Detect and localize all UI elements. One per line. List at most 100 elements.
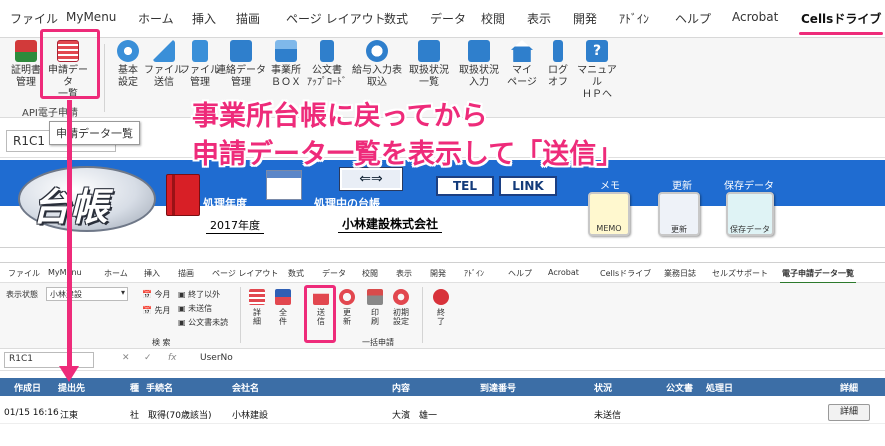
detail-list-button[interactable]: 詳 細 <box>246 289 268 326</box>
tab2-review[interactable]: 校閲 <box>362 268 378 279</box>
function-icon[interactable]: fx <box>168 353 177 363</box>
col-processed: 処理日 <box>706 384 734 394</box>
col-submit-to: 提出先 <box>58 384 86 394</box>
link-button[interactable]: LINK <box>499 176 557 196</box>
company-name: 小林建設株式会社 <box>338 215 443 233</box>
filter-this-month[interactable]: 📅 今月 <box>142 289 171 300</box>
year-label: 処理年度 <box>203 197 247 210</box>
tab2-cells-support[interactable]: セルズサポート <box>712 268 768 279</box>
tab-view[interactable]: 表示 <box>527 10 551 27</box>
paper-plane-icon <box>153 40 175 62</box>
my-page-button[interactable]: マイ ページ <box>502 40 542 102</box>
update-button[interactable]: 更新 <box>658 192 700 236</box>
tab2-formulas[interactable]: 数式 <box>288 268 304 279</box>
tab2-draw[interactable]: 描画 <box>178 268 194 279</box>
tab2-acrobat[interactable]: Acrobat <box>548 268 579 277</box>
guide-arrow-line <box>67 100 72 372</box>
status-select[interactable]: 小林建設 <box>46 287 128 301</box>
person-input-icon <box>468 40 490 62</box>
status-list-button[interactable]: 取扱状況 一覧 <box>406 40 452 102</box>
print-button[interactable]: 印 刷 <box>364 289 386 326</box>
tab-review[interactable]: 校閲 <box>481 10 505 27</box>
tab-file[interactable]: ファイル <box>10 10 58 27</box>
initial-settings-button[interactable]: 初期 設定 <box>390 289 412 326</box>
tab-page-layout[interactable]: ページ レイアウト <box>286 10 386 27</box>
tab2-work-log[interactable]: 業務日誌 <box>664 268 696 279</box>
update-caption: 更新 <box>672 181 692 192</box>
tel-button[interactable]: TEL <box>436 176 494 196</box>
gear-icon <box>117 40 139 62</box>
tab-cells-drive[interactable]: Cellsドライブ <box>798 10 884 35</box>
memo-button[interactable]: MEMO <box>588 192 630 236</box>
filter-not-ended[interactable]: ▣ 終了以外 <box>178 289 220 300</box>
refresh-button[interactable]: 更 新 <box>336 289 358 326</box>
highlight-send-button <box>304 285 336 343</box>
tab2-file[interactable]: ファイル <box>8 268 40 279</box>
tab-help[interactable]: ヘルプ <box>675 10 711 27</box>
bulk-group-label: 一括申請 <box>362 338 394 347</box>
tab-formulas[interactable]: 数式 <box>384 10 408 27</box>
tab2-home[interactable]: ホーム <box>104 268 128 279</box>
tab-data[interactable]: データ <box>430 10 466 27</box>
filter-not-ended-label: 終了以外 <box>188 290 221 299</box>
document-upload-label: 公文書 ｱｯﾌﾟﾛｰﾄﾞ <box>307 65 347 88</box>
cell-company: 小林建設 <box>232 411 269 421</box>
save-data-icon-label: 保存データ <box>730 225 770 234</box>
tab2-help[interactable]: ヘルプ <box>508 268 532 279</box>
tab-mymenu[interactable]: MyMenu <box>66 10 116 24</box>
save-data-button[interactable]: 保存データ <box>726 192 774 236</box>
name-box-2[interactable]: R1C1 <box>4 352 94 368</box>
year-value: 2017年度 <box>206 217 264 234</box>
upload-icon <box>320 40 334 62</box>
filter-last-month[interactable]: 📅 先月 <box>142 305 171 316</box>
tab2-page-layout[interactable]: ページ レイアウト <box>212 268 278 279</box>
tab2-addin[interactable]: ｱﾄﾞｲﾝ <box>464 268 484 279</box>
tab-home[interactable]: ホーム <box>138 10 174 27</box>
tab2-data[interactable]: データ <box>322 268 346 279</box>
tab2-developer[interactable]: 開発 <box>430 268 446 279</box>
confirm-icon[interactable]: ✓ <box>144 353 152 363</box>
file-manage-button[interactable]: ファイル 管理 <box>180 40 220 102</box>
status-input-button[interactable]: 取扱状況 入力 <box>456 40 502 102</box>
logoff-button[interactable]: ログ オフ <box>538 40 578 102</box>
contact-data-button[interactable]: 連絡データ 管理 <box>216 40 266 102</box>
office-box-button[interactable]: 事業所 ＢＯＸ <box>266 40 306 102</box>
tab-addin[interactable]: ｱﾄﾞｲﾝ <box>619 10 649 27</box>
salary-import-button[interactable]: 給与入力表 取込 <box>352 40 402 102</box>
exit-button[interactable]: 終 了 <box>430 289 452 326</box>
all-records-button[interactable]: 全 件 <box>272 289 294 326</box>
tab-acrobat[interactable]: Acrobat <box>732 10 778 24</box>
detail-button[interactable]: 詳細 <box>828 404 870 421</box>
help-icon: ? <box>586 40 608 62</box>
basic-settings-button[interactable]: 基本 設定 <box>108 40 148 102</box>
file-icon <box>192 40 208 62</box>
tab2-application-data-list[interactable]: 電子申請データ一覧 <box>780 268 856 284</box>
cell-procedure: 取得(70歳該当) <box>148 411 212 421</box>
document-upload-button[interactable]: 公文書 ｱｯﾌﾟﾛｰﾄﾞ <box>304 40 350 102</box>
tab-insert[interactable]: 挿入 <box>192 10 216 27</box>
filter-unsent[interactable]: ▣ 未送信 <box>178 303 212 314</box>
col-procedure: 手続名 <box>146 384 174 394</box>
yen-icon <box>366 40 388 62</box>
cancel-icon[interactable]: ✕ <box>122 353 130 363</box>
tab2-cells-drive[interactable]: Cellsドライブ <box>600 268 651 279</box>
file-send-button[interactable]: ファイル 送信 <box>144 40 184 102</box>
table-row[interactable]: 01/15 16:16 江東 社 取得(70歳該当) 小林建設 大濱 雄一 未送… <box>0 402 885 424</box>
tab2-view[interactable]: 表示 <box>396 268 412 279</box>
filter-unread[interactable]: ▣ 公文書未読 <box>178 317 228 328</box>
detail-list-label: 詳 細 <box>253 308 261 326</box>
tab-draw[interactable]: 描画 <box>236 10 260 27</box>
tab2-mymenu[interactable]: MyMenu <box>48 268 82 277</box>
filter-unread-label: 公文書未読 <box>188 318 229 327</box>
table-header: 作成日 提出先 種 手続名 会社名 内容 到達番号 状況 公文書 処理日 詳細 <box>0 378 885 396</box>
tab2-insert[interactable]: 挿入 <box>144 268 160 279</box>
formula-input[interactable]: UserNo <box>200 353 233 363</box>
calendar-icon <box>266 170 302 200</box>
filter-unsent-label: 未送信 <box>188 304 213 313</box>
certificate-icon <box>15 40 37 62</box>
tab-developer[interactable]: 開発 <box>573 10 597 27</box>
refresh-icon <box>339 289 355 305</box>
book-icon <box>166 174 200 216</box>
print-label: 印 刷 <box>371 308 379 326</box>
manual-button[interactable]: ? マニュアル ＨＰへ <box>574 40 620 102</box>
